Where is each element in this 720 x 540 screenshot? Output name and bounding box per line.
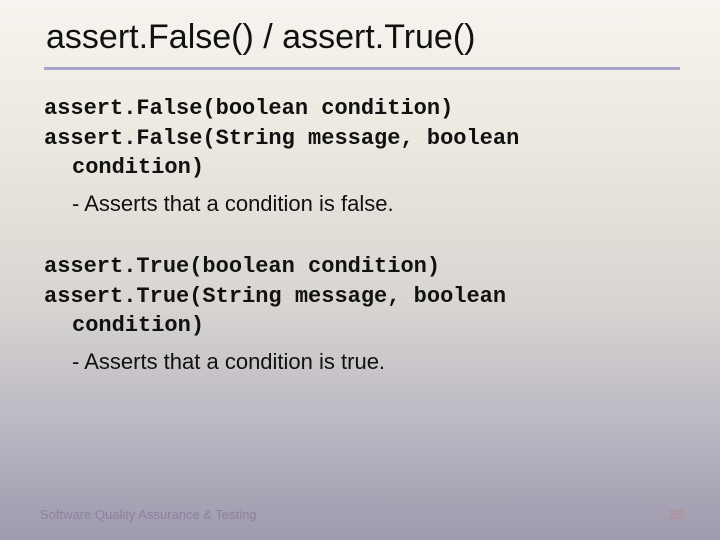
signature-text: assert.False(String message, boolean	[44, 126, 519, 151]
signature-line: assert.True(String message, boolean cond…	[44, 282, 680, 341]
footer-text: Software Quality Assurance & Testing	[40, 507, 257, 522]
signature-line: assert.False(boolean condition)	[44, 94, 680, 124]
signature-continuation: condition)	[44, 311, 680, 341]
signature-text: assert.True(String message, boolean	[44, 284, 506, 309]
slide: assert.False() / assert.True() assert.Fa…	[0, 0, 720, 540]
section-assert-false: assert.False(boolean condition) assert.F…	[44, 94, 680, 220]
slide-title: assert.False() / assert.True()	[44, 12, 680, 70]
signature-line: assert.False(String message, boolean con…	[44, 124, 680, 183]
signature-line: assert.True(boolean condition)	[44, 252, 680, 282]
page-number: 25	[670, 507, 684, 522]
description: - Asserts that a condition is false.	[44, 189, 680, 220]
signature-continuation: condition)	[44, 153, 680, 183]
section-assert-true: assert.True(boolean condition) assert.Tr…	[44, 252, 680, 378]
description: - Asserts that a condition is true.	[44, 347, 680, 378]
